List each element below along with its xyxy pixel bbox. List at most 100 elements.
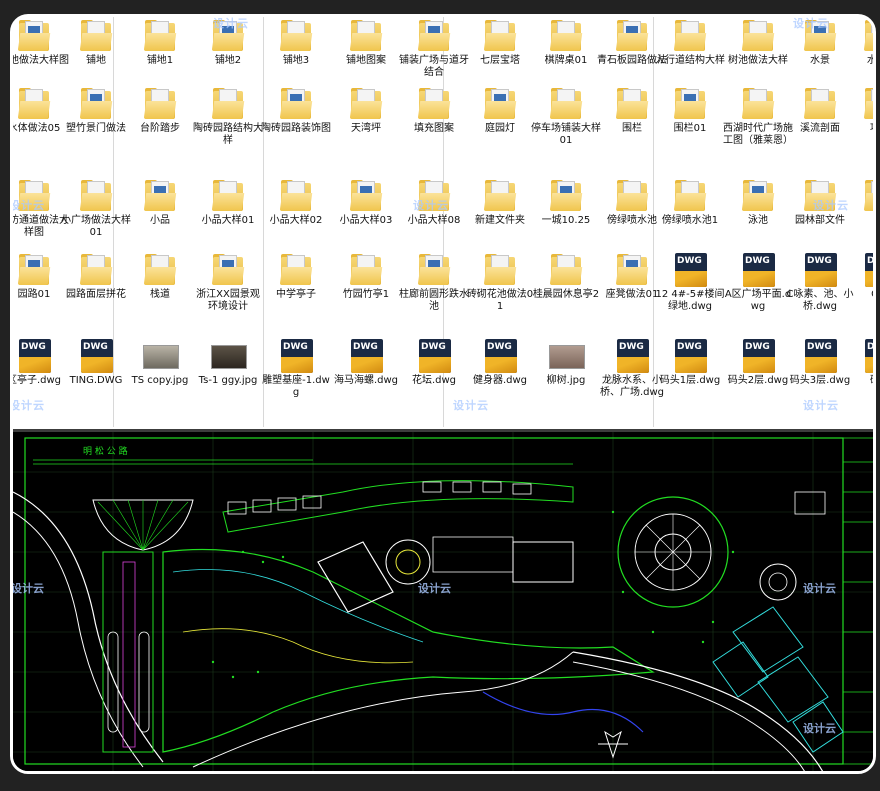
file-item[interactable]: DWG G区: [845, 253, 873, 341]
file-label: 庭园灯: [485, 123, 515, 134]
dwg-file-icon: DWG: [863, 339, 873, 373]
file-item[interactable]: DWG 码头1层.dwg: [655, 339, 725, 427]
watermark: 设计云: [13, 199, 45, 212]
folder-item[interactable]: 柱廊前圆形跌水池: [399, 253, 469, 341]
file-label: 天湾坪: [351, 123, 381, 134]
folder-item[interactable]: 庭园灯: [465, 87, 535, 175]
folder-icon: [863, 19, 873, 53]
folder-icon: [143, 253, 177, 287]
watermark: 设计云: [803, 581, 836, 595]
folder-item[interactable]: 围栏01: [655, 87, 725, 175]
folder-icon: [549, 253, 583, 287]
file-item[interactable]: DWG 海马海螺.dwg: [331, 339, 401, 427]
file-label: 水景1: [866, 55, 876, 66]
dwg-file-icon: DWG: [417, 339, 451, 373]
file-label: 围栏01: [673, 123, 707, 134]
file-label: 铺地1: [146, 55, 174, 66]
cad-road-label: 明 松 公 路: [83, 445, 128, 457]
dwg-file-icon: DWG: [349, 339, 383, 373]
folder-item[interactable]: 塑竹景门做法: [61, 87, 131, 175]
file-label: 码头1层.dwg: [659, 375, 721, 386]
folder-item[interactable]: 中学亭子: [261, 253, 331, 341]
folder-icon: [143, 179, 177, 213]
dwg-file-icon: DWG: [615, 339, 649, 373]
folder-item[interactable]: 砖砌花池做法01: [465, 253, 535, 341]
file-item[interactable]: DWG 健身器.dwg: [465, 339, 535, 427]
dwg-file-icon: DWG: [863, 253, 873, 287]
folder-icon: [349, 87, 383, 121]
file-label: 小品大样01: [201, 215, 255, 226]
file-item[interactable]: DWG A区广场平面.dwg: [723, 253, 793, 341]
folder-icon: [483, 19, 517, 53]
file-item[interactable]: DWG TING.DWG: [61, 339, 131, 427]
folder-item[interactable]: 浙江XX园景观环境设计: [193, 253, 263, 341]
folder-icon: [349, 253, 383, 287]
folder-icon: [615, 87, 649, 121]
folder-item[interactable]: 桂晨园休息亭2: [531, 253, 601, 341]
file-item[interactable]: DWG 码头2层.dwg: [723, 339, 793, 427]
folder-item[interactable]: 园路面层拼花: [61, 253, 131, 341]
folder-item[interactable]: 填充图案: [399, 87, 469, 175]
image-file-icon: [211, 339, 247, 373]
folder-icon: [863, 179, 873, 213]
file-item[interactable]: TS copy.jpg: [125, 339, 195, 427]
folder-item[interactable]: 项目: [845, 87, 873, 175]
file-label: 竹园竹亭1: [342, 289, 390, 300]
folder-icon: [79, 179, 113, 213]
cad-drawing-preview: 明 松 公 路 设计云 设计云 设计云 设计云: [13, 429, 873, 771]
file-label: 码头2层.dwg: [727, 375, 789, 386]
folder-item[interactable]: 台阶踏步: [125, 87, 195, 175]
file-label: 浙江XX园景观环境设计: [196, 289, 260, 312]
folder-icon: [615, 179, 649, 213]
folder-icon: [143, 87, 177, 121]
image-card: 水池做法大样图铺地铺地1铺地2铺地3铺地图案铺装广场与道牙结合七层宝塔棋牌桌01…: [10, 14, 876, 774]
dwg-file-icon: DWG: [741, 339, 775, 373]
folder-item[interactable]: 天湾坪: [331, 87, 401, 175]
file-label: 码头: [845, 375, 873, 387]
watermark: 设计云: [413, 199, 449, 212]
file-label: G区: [845, 289, 873, 301]
folder-item[interactable]: 陶砖园路装饰图: [261, 87, 331, 175]
folder-icon: [483, 87, 517, 121]
dwg-file-icon: DWG: [741, 253, 775, 287]
folder-icon: [211, 87, 245, 121]
folder-item[interactable]: 栈道: [125, 253, 195, 341]
folder-item[interactable]: 陶砖园路结构大样: [193, 87, 263, 175]
dwg-file-icon: DWG: [803, 339, 837, 373]
file-label: 泳池: [748, 215, 768, 226]
cad-site-plan: 明 松 公 路 设计云 设计云 设计云 设计云: [13, 432, 873, 771]
file-item[interactable]: DWG 码头: [845, 339, 873, 427]
watermark: 设计云: [418, 581, 451, 595]
file-label: 柱廊前圆形跌水池: [399, 289, 469, 312]
watermark: 设计云: [213, 17, 249, 30]
file-item[interactable]: DWG 12 4#-5#楼间绿地.dwg: [655, 253, 725, 341]
folder-item[interactable]: 西湖时代广场施工图（雅莱恩）: [723, 87, 793, 175]
file-label: 项目: [845, 123, 873, 135]
folder-icon: [615, 19, 649, 53]
folder-icon: [17, 87, 51, 121]
watermark: 设计云: [793, 17, 829, 30]
file-explorer-panel: 水池做法大样图铺地铺地1铺地2铺地3铺地图案铺装广场与道牙结合七层宝塔棋牌桌01…: [13, 17, 876, 427]
folder-icon: [549, 87, 583, 121]
watermark: 设计云: [813, 199, 849, 212]
folder-item[interactable]: 停车场铺装大样01: [531, 87, 601, 175]
folder-icon: [211, 179, 245, 213]
dwg-file-icon: DWG: [803, 253, 837, 287]
file-label: 中学亭子: [276, 289, 316, 300]
dwg-file-icon: DWG: [279, 339, 313, 373]
folder-icon: [79, 19, 113, 53]
file-item[interactable]: DWG 花坛.dwg: [399, 339, 469, 427]
file-label: 铺地图案: [346, 55, 386, 66]
folder-icon: [863, 87, 873, 121]
folder-icon: [279, 179, 313, 213]
watermark: 设计云: [803, 721, 836, 735]
folder-item[interactable]: 竹园竹亭1: [331, 253, 401, 341]
file-label: 铺地3: [282, 55, 310, 66]
folder-icon: [615, 253, 649, 287]
file-item[interactable]: DWG 雕塑基座-1.dwg: [261, 339, 331, 427]
folder-icon: [349, 19, 383, 53]
file-item[interactable]: 柳树.jpg: [531, 339, 601, 427]
file-item[interactable]: Ts-1 ggy.jpg: [193, 339, 263, 427]
dwg-file-icon: DWG: [17, 339, 51, 373]
file-label: 一城10.25: [541, 215, 591, 226]
